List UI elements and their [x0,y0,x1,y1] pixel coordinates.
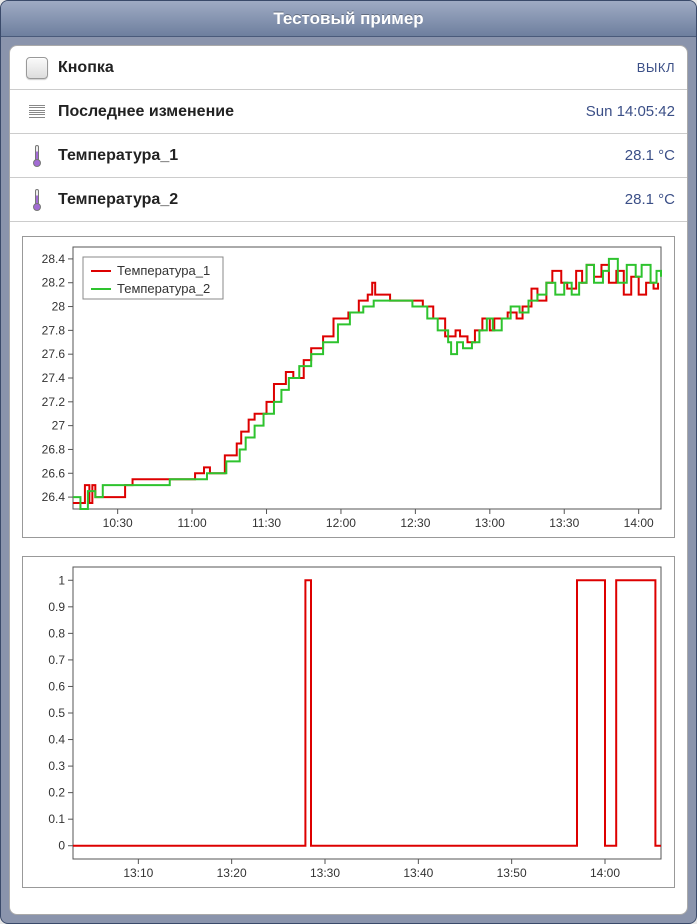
svg-text:11:30: 11:30 [252,516,281,530]
svg-text:10:30: 10:30 [103,516,133,530]
switch-button-icon [22,57,52,79]
thermometer-icon [22,145,52,167]
svg-text:12:30: 12:30 [400,516,430,530]
svg-text:27.2: 27.2 [42,395,66,409]
row-lastchange[interactable]: Последнее изменение Sun 14:05:42 [10,90,687,134]
svg-text:0.3: 0.3 [48,759,65,773]
svg-text:14:00: 14:00 [624,516,654,530]
row-temp1-value: 28.1 °C [625,147,675,164]
svg-text:27.6: 27.6 [42,347,66,361]
svg-text:27.8: 27.8 [42,323,66,337]
title-text: Тестовый пример [273,9,423,29]
row-button-label: Кнопка [58,59,637,77]
svg-text:0.8: 0.8 [48,626,65,640]
svg-text:26.4: 26.4 [42,490,66,504]
log-icon [22,102,52,122]
svg-text:13:10: 13:10 [123,866,153,880]
svg-text:0.9: 0.9 [48,600,65,614]
row-button-value: ВЫКЛ [637,60,675,75]
svg-text:27.4: 27.4 [42,371,66,385]
svg-text:27: 27 [52,419,66,433]
svg-text:28: 28 [52,300,66,314]
content-panel: Кнопка ВЫКЛ Последнее изменение Sun 14:0… [9,45,688,915]
svg-text:0.7: 0.7 [48,653,65,667]
svg-text:0.4: 0.4 [48,733,65,747]
chart2-svg: 0 0.1 0.2 0.3 0.4 0.5 0.6 0.7 0.8 0.9 1 13:10 13:20 1… [23,557,671,887]
svg-text:0.6: 0.6 [48,679,65,693]
svg-text:12:00: 12:00 [326,516,356,530]
chart1-svg: 26.4 26.6 26.8 27 27.2 27.4 27.6 27.8 28 28.2 28.4… [23,237,671,537]
svg-text:0: 0 [58,839,65,853]
temperature-chart: 26.4 26.6 26.8 27 27.2 27.4 27.6 27.8 28 28.2 28.4… [22,236,675,538]
row-temp2-value: 28.1 °C [625,191,675,208]
row-temp1-label: Температура_1 [58,147,625,165]
row-temp2[interactable]: Температура_2 28.1 °C [10,178,687,222]
svg-text:28.4: 28.4 [42,252,66,266]
svg-text:0.5: 0.5 [48,706,65,720]
svg-text:0.2: 0.2 [48,786,65,800]
row-button[interactable]: Кнопка ВЫКЛ [10,46,687,90]
svg-text:28.2: 28.2 [42,276,66,290]
svg-text:13:00: 13:00 [475,516,505,530]
app-window: Тестовый пример Кнопка ВЫКЛ Последнее из… [0,0,697,924]
thermometer-icon [22,189,52,211]
svg-text:Температура_1: Температура_1 [117,263,210,278]
svg-text:0.1: 0.1 [48,812,65,826]
svg-text:13:40: 13:40 [403,866,433,880]
svg-text:26.6: 26.6 [42,466,66,480]
svg-text:Температура_2: Температура_2 [117,281,210,296]
svg-text:13:20: 13:20 [217,866,247,880]
svg-text:14:00: 14:00 [590,866,620,880]
row-lastchange-value: Sun 14:05:42 [586,103,675,120]
svg-text:1: 1 [58,573,65,587]
svg-text:11:00: 11:00 [178,516,207,530]
row-temp2-label: Температура_2 [58,191,625,209]
switch-chart: 0 0.1 0.2 0.3 0.4 0.5 0.6 0.7 0.8 0.9 1 13:10 13:20 1… [22,556,675,888]
svg-text:13:50: 13:50 [497,866,527,880]
svg-text:26.8: 26.8 [42,442,66,456]
svg-text:13:30: 13:30 [310,866,340,880]
row-lastchange-label: Последнее изменение [58,103,586,121]
row-temp1[interactable]: Температура_1 28.1 °C [10,134,687,178]
svg-text:13:30: 13:30 [549,516,579,530]
titlebar: Тестовый пример [1,1,696,37]
